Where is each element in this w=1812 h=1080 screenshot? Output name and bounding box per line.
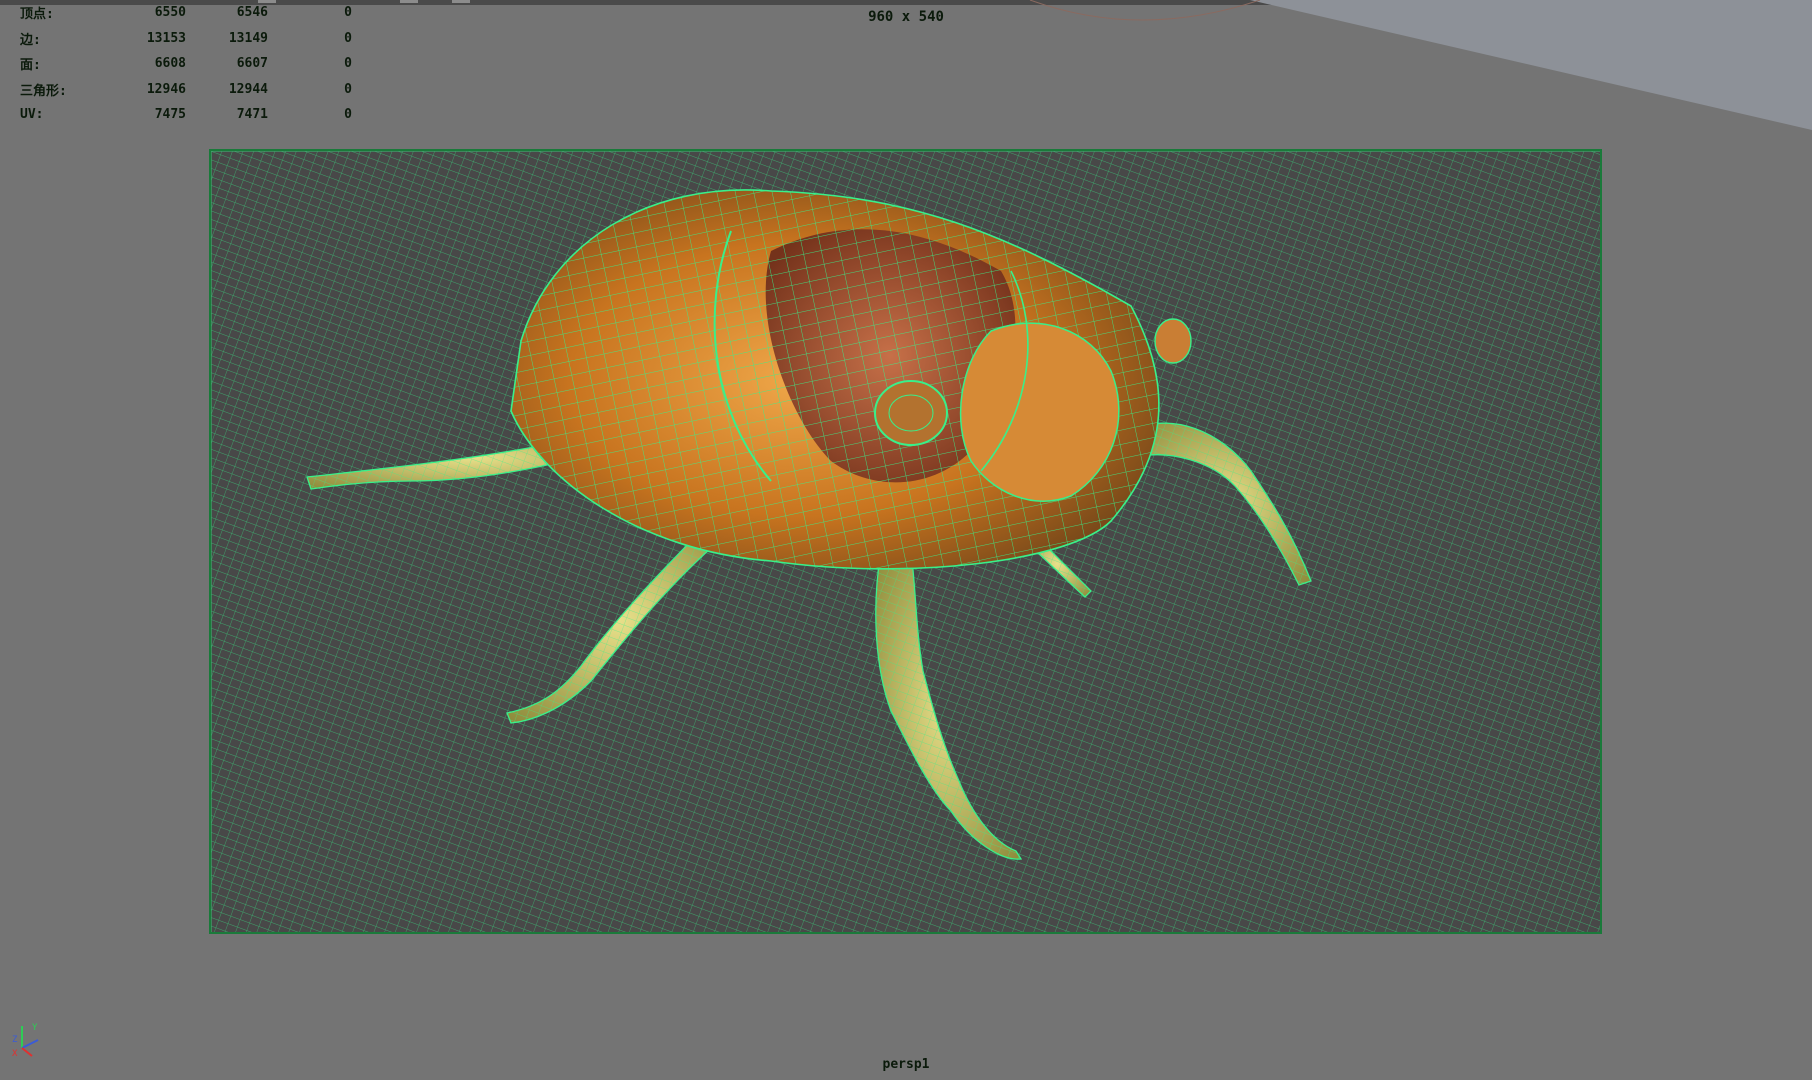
head: [959, 322, 1120, 502]
hud-value-2: 12944: [228, 81, 268, 97]
axis-z-label: Z: [12, 1035, 18, 1045]
axis-y-label: Y: [32, 1023, 38, 1033]
eye: [874, 380, 948, 446]
toolbar-tab[interactable]: [400, 0, 418, 3]
hud-value-2: 7471: [236, 107, 268, 123]
hud-label: 边:: [20, 32, 41, 48]
hud-value-2: 13149: [228, 30, 268, 46]
hud-value-2: 6607: [236, 56, 268, 72]
hud-value-1: 7475: [154, 107, 186, 123]
hud-value-3: 0: [344, 56, 352, 72]
hud-label: 顶点:: [20, 7, 54, 23]
hud-row-triangles: 三角形: 12946 12944 0: [20, 77, 352, 103]
hud-label: 面:: [20, 58, 41, 74]
hud-value-2: 6546: [236, 5, 268, 21]
toolbar-tab[interactable]: [452, 0, 470, 3]
view-axis-gizmo: Y Z X: [12, 1023, 39, 1058]
hud-row-uvs: UV: 7475 7471 0: [20, 102, 352, 128]
hud-value-1: 6550: [154, 5, 186, 21]
hud-value-3: 0: [344, 5, 352, 21]
hud-label: 三角形:: [20, 83, 67, 99]
hud-row-edges: 边: 13153 13149 0: [20, 26, 352, 52]
hud-value-1: 13153: [146, 30, 186, 46]
hud-row-vertices: 顶点: 6550 6546 0: [20, 0, 352, 26]
beetle-model[interactable]: [211, 151, 1602, 934]
hud-value-3: 0: [344, 30, 352, 46]
hud-label: UV:: [20, 107, 44, 123]
poly-count-hud: 顶点: 6550 6546 0 边: 13153 13149 0 面: 6608…: [20, 0, 352, 128]
hud-value-1: 12946: [146, 81, 186, 97]
hud-value-1: 6608: [154, 56, 186, 72]
hud-row-faces: 面: 6608 6607 0: [20, 51, 352, 77]
hud-value-3: 0: [344, 107, 352, 123]
hud-value-3: 0: [344, 81, 352, 97]
head-bump: [1154, 318, 1192, 364]
camera-name-label: persp1: [882, 1057, 930, 1072]
resolution-gate[interactable]: [209, 149, 1602, 934]
